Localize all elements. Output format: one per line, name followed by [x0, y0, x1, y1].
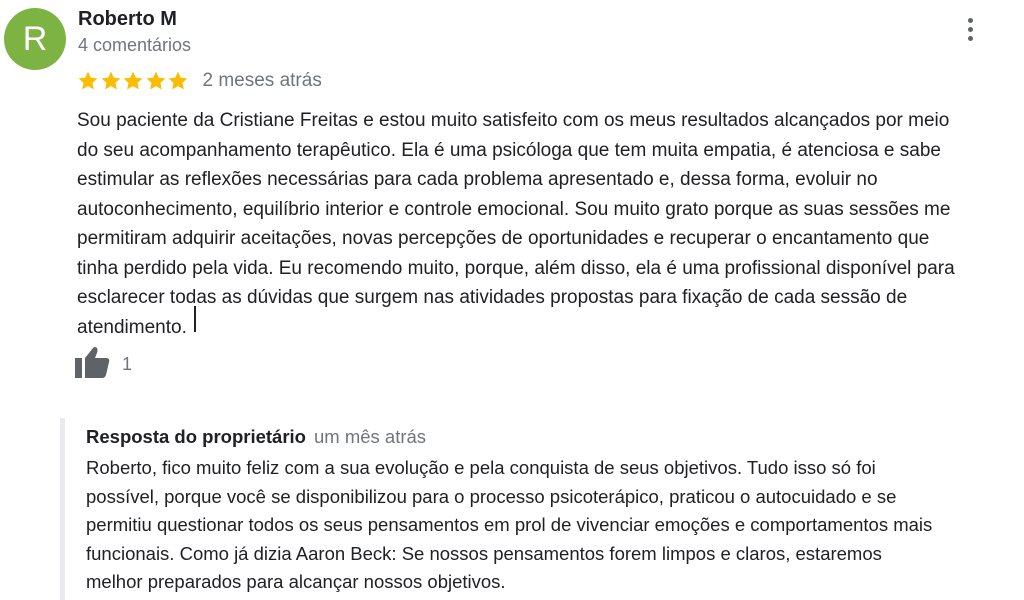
like-button[interactable]: 1	[74, 346, 132, 382]
review-time: 2 meses atrás	[202, 70, 322, 91]
like-count: 1	[122, 353, 133, 374]
reply-title: Resposta do proprietário	[86, 426, 306, 447]
star-icon	[146, 71, 165, 90]
thumbs-up-icon	[74, 345, 110, 384]
star-rating	[77, 70, 190, 92]
star-icon	[101, 71, 120, 90]
rating-row: 2 meses atrás	[77, 68, 322, 94]
reply-text: Roberto, fico muito feliz com a sua evol…	[86, 457, 933, 593]
review-text: Sou paciente da Cristiane Freitas e esto…	[77, 110, 955, 338]
text-cursor	[194, 306, 196, 332]
reply-time: um mês atrás	[313, 426, 427, 447]
star-icon	[78, 71, 98, 90]
more-options-button[interactable]	[956, 16, 984, 48]
reply-header: Resposta do proprietário um mês atrás	[86, 426, 426, 448]
avatar[interactable]: R	[4, 8, 66, 70]
star-icon	[168, 71, 188, 90]
review-count[interactable]: 4 comentários	[78, 34, 191, 56]
reviewer-name[interactable]: Roberto M	[78, 8, 177, 30]
owner-reply: Resposta do proprietário um mês atrás Ro…	[60, 418, 1024, 600]
star-icon	[123, 71, 143, 90]
